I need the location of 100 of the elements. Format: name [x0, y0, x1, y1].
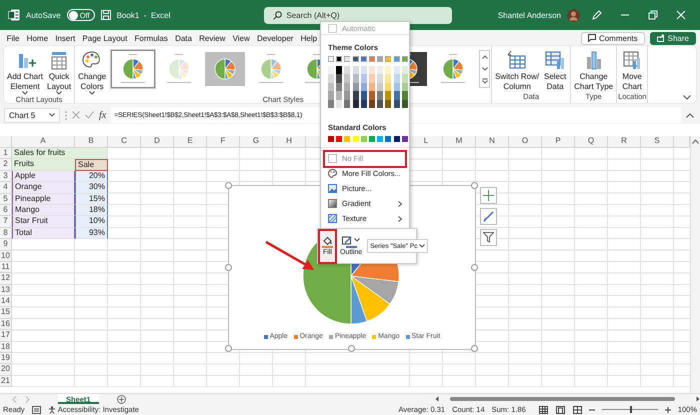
color-swatch[interactable]: [402, 136, 408, 142]
color-swatch[interactable]: [394, 74, 400, 83]
row-header[interactable]: 12: [0, 273, 12, 285]
color-swatch[interactable]: [336, 136, 342, 142]
row-header[interactable]: 1: [0, 148, 12, 160]
resize-handle[interactable]: [471, 264, 478, 270]
column-header[interactable]: N: [476, 136, 509, 147]
column-header[interactable]: M: [443, 136, 476, 147]
column-header[interactable]: G: [240, 136, 273, 147]
ribbon-tab[interactable]: Review: [196, 30, 229, 46]
color-swatch[interactable]: [352, 136, 359, 142]
row-header[interactable]: 6: [0, 204, 12, 216]
color-swatch[interactable]: [360, 66, 367, 74]
color-swatch[interactable]: [402, 74, 408, 83]
color-swatch[interactable]: [402, 56, 407, 62]
color-swatch[interactable]: [368, 136, 375, 142]
color-swatch[interactable]: [385, 66, 392, 74]
add-sheet-icon[interactable]: [116, 394, 126, 404]
color-swatch[interactable]: [328, 74, 334, 83]
enter-icon[interactable]: [85, 111, 94, 119]
change-colors-button[interactable]: Change Colors: [76, 49, 108, 95]
color-swatch[interactable]: [402, 91, 408, 100]
color-swatch[interactable]: [402, 82, 408, 92]
resize-handle[interactable]: [471, 345, 478, 352]
color-swatch[interactable]: [328, 56, 334, 62]
cancel-icon[interactable]: [72, 111, 80, 119]
ribbon-tab[interactable]: Developer: [253, 30, 298, 46]
column-header[interactable]: P: [542, 136, 575, 147]
color-swatch[interactable]: [360, 74, 367, 83]
ribbon-tab[interactable]: View: [228, 30, 254, 46]
color-swatch[interactable]: [361, 56, 366, 62]
color-swatch[interactable]: [368, 66, 375, 74]
share-button[interactable]: Share: [650, 32, 696, 44]
color-swatch[interactable]: [352, 82, 359, 92]
resize-handle[interactable]: [225, 182, 232, 189]
color-swatch[interactable]: [394, 100, 400, 108]
color-swatch[interactable]: [368, 74, 375, 83]
row-header[interactable]: 15: [0, 307, 12, 319]
color-swatch[interactable]: [394, 91, 400, 100]
expand-icon[interactable]: [686, 112, 694, 118]
column-header[interactable]: E: [174, 136, 207, 147]
color-swatch[interactable]: [360, 100, 367, 108]
chart-elements-button[interactable]: [480, 187, 497, 204]
avatar[interactable]: [567, 8, 580, 22]
color-swatch[interactable]: [336, 91, 342, 100]
row-header[interactable]: 17: [0, 330, 12, 342]
add-chart-element-button[interactable]: Add Chart Element: [5, 49, 46, 95]
column-header[interactable]: D: [141, 136, 174, 147]
color-swatch[interactable]: [386, 56, 391, 62]
ribbon-tab[interactable]: Page Layout: [78, 30, 131, 46]
zoom-in-icon[interactable]: [664, 406, 671, 412]
row-header[interactable]: 2: [0, 159, 12, 171]
color-swatch[interactable]: [377, 74, 384, 83]
slider-thumb[interactable]: [630, 406, 632, 413]
ribbon-tab[interactable]: File: [3, 30, 24, 46]
color-swatch[interactable]: [385, 136, 392, 142]
chart-style-thumbnail[interactable]: [203, 50, 248, 88]
switch-row-column-button[interactable]: Switch Row/ Column: [493, 49, 542, 91]
ribbon-tab[interactable]: Insert: [52, 30, 79, 46]
resize-handle[interactable]: [225, 264, 232, 270]
color-swatch[interactable]: [344, 136, 350, 142]
color-swatch[interactable]: [344, 66, 350, 74]
page-break-icon[interactable]: [572, 406, 582, 414]
color-swatch[interactable]: [360, 136, 367, 142]
column-header[interactable]: O: [509, 136, 542, 147]
name-box[interactable]: Chart 5: [4, 108, 60, 122]
color-swatch[interactable]: [385, 74, 392, 83]
color-swatch[interactable]: [344, 91, 350, 100]
change-chart-type-button[interactable]: Change Chart Type: [572, 49, 616, 91]
ribbon-tab[interactable]: Formulas: [130, 30, 172, 46]
row-header[interactable]: 16: [0, 318, 12, 330]
next-sheet-icon[interactable]: [25, 396, 30, 402]
row-header[interactable]: 13: [0, 284, 12, 296]
color-swatch[interactable]: [368, 91, 375, 100]
accessibility-icon[interactable]: [48, 406, 56, 414]
row-header[interactable]: 21: [0, 376, 12, 388]
scrollbar-thumb[interactable]: [450, 397, 675, 401]
ribbon-tab[interactable]: Data: [171, 30, 196, 46]
chart-style-thumbnail[interactable]: [111, 50, 156, 88]
color-swatch[interactable]: [402, 66, 408, 74]
color-swatch[interactable]: [377, 136, 384, 142]
search-field[interactable]: Search (Alt+Q): [264, 6, 452, 24]
color-swatch[interactable]: [402, 100, 408, 108]
page-layout-icon[interactable]: [556, 406, 565, 414]
comments-button[interactable]: Comments: [580, 32, 645, 44]
row-header[interactable]: 10: [0, 250, 12, 262]
column-header[interactable]: Q: [575, 136, 608, 147]
color-swatch[interactable]: [394, 56, 399, 62]
color-swatch[interactable]: [368, 100, 375, 108]
row-header[interactable]: 8: [0, 228, 12, 240]
color-swatch[interactable]: [377, 91, 384, 100]
ribbon-tab[interactable]: Help: [297, 30, 321, 46]
save-icon[interactable]: [100, 10, 111, 20]
color-swatch[interactable]: [336, 56, 342, 62]
ribbon-tab[interactable]: Home: [23, 30, 52, 46]
color-swatch[interactable]: [378, 56, 382, 62]
macro-icon[interactable]: [32, 406, 41, 414]
color-swatch[interactable]: [377, 66, 384, 74]
color-swatch[interactable]: [360, 91, 367, 100]
resize-handle[interactable]: [225, 345, 232, 352]
